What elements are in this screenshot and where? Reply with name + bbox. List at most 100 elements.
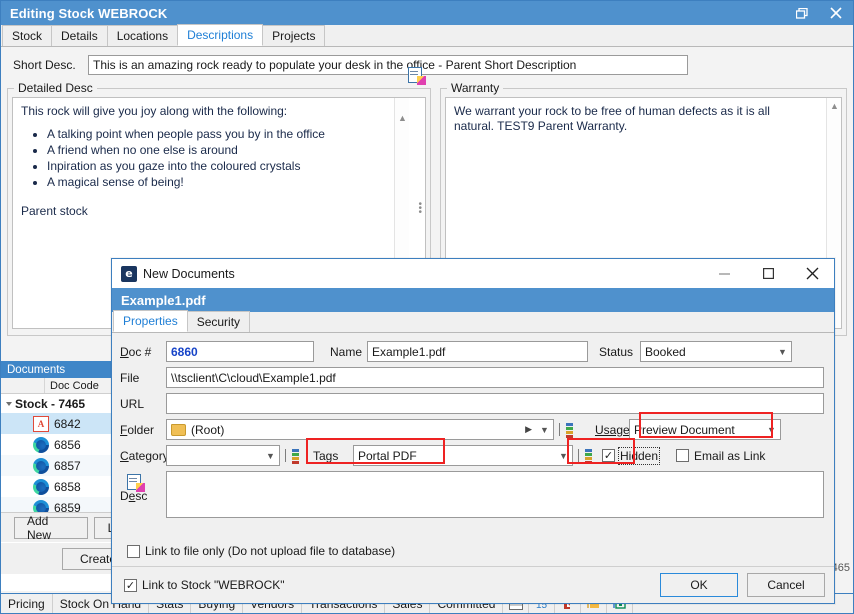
status-select[interactable]: Booked ▼ (640, 341, 792, 362)
folder-row: Folder (Root) ▶ ▼ Usage Preview Document… (120, 419, 824, 440)
status-label: Status (588, 345, 640, 359)
tree-root-label: Stock - 7465 (15, 397, 85, 411)
close-icon[interactable] (819, 1, 853, 25)
usage-select[interactable]: Preview Document ▼ (629, 419, 781, 440)
pdf-icon: A (33, 416, 49, 432)
status-value: Booked (645, 345, 774, 359)
edge-icon (33, 479, 49, 495)
category-label: Category (120, 449, 166, 463)
detailed-bullet-list: A talking point when people pass you by … (35, 127, 390, 190)
close-glyph (830, 7, 842, 19)
list-item: A talking point when people pass you by … (47, 127, 390, 142)
page-line (129, 481, 137, 482)
category-select[interactable]: ▼ (166, 445, 280, 466)
hidden-checkbox[interactable]: ✓ (602, 449, 615, 462)
restore-glyph (796, 8, 808, 19)
edit-document-icon[interactable] (408, 67, 425, 84)
tags-select[interactable]: Portal PDF ▼ (353, 445, 573, 466)
email-as-link-label: Email as Link (694, 449, 765, 463)
folder-tree-button[interactable] (558, 422, 573, 438)
doc-id: 6842 (54, 417, 81, 431)
tab-descriptions[interactable]: Descriptions (177, 24, 263, 46)
cancel-button[interactable]: Cancel (747, 573, 825, 597)
name-label: Name (314, 345, 367, 359)
email-as-link-wrap[interactable]: Email as Link (676, 449, 765, 463)
tags-value: Portal PDF (358, 449, 555, 463)
folder-icon (171, 424, 186, 436)
close-glyph (806, 267, 819, 280)
desc-textarea[interactable] (166, 471, 824, 518)
edit-desc-icon[interactable] (127, 474, 144, 491)
new-documents-dialog: e New Documents Example1.pdf (111, 258, 835, 604)
stock-editor-window: Editing Stock WEBROCK Stock Details Loca… (0, 0, 854, 614)
chevron-down-icon[interactable]: ▼ (555, 446, 572, 465)
short-desc-input[interactable]: This is an amazing rock ready to populat… (88, 55, 688, 75)
usage-value: Preview Document (634, 423, 763, 437)
category-tree-button[interactable] (284, 448, 299, 464)
chevron-right-icon: ▶ (525, 424, 532, 435)
tab-security[interactable]: Security (187, 311, 250, 332)
close-icon[interactable] (790, 259, 834, 288)
list-item: A magical sense of being! (47, 175, 390, 190)
hidden-label: Hidden (620, 449, 658, 463)
category-row: Category ▼ Tags Portal PDF ▼ ✓ Hidden (120, 445, 824, 466)
hidden-checkbox-wrap[interactable]: ✓ Hidden (602, 449, 658, 463)
name-input[interactable]: Example1.pdf (367, 341, 588, 362)
tab-projects[interactable]: Projects (262, 25, 325, 46)
tab-details[interactable]: Details (51, 25, 108, 46)
document-app-icon: e (121, 266, 137, 282)
warranty-legend: Warranty (447, 81, 503, 95)
url-label: URL (120, 397, 166, 411)
maximize-icon[interactable] (746, 259, 790, 288)
chevron-down-icon[interactable] (6, 402, 12, 406)
url-input[interactable] (166, 393, 824, 414)
tags-tree-button[interactable] (577, 448, 592, 464)
tab-properties[interactable]: Properties (113, 310, 188, 332)
chevron-down-icon[interactable]: ▼ (774, 342, 791, 361)
file-input[interactable]: \\tsclient\C\cloud\Example1.pdf (166, 367, 824, 388)
link-to-stock-label: Link to Stock "WEBROCK" (142, 578, 285, 592)
restore-icon[interactable] (785, 1, 819, 25)
doc-number-input[interactable]: 6860 (166, 341, 314, 362)
dialog-titlebar: e New Documents (112, 259, 834, 288)
add-new-button[interactable]: Add New (14, 517, 88, 539)
minimize-glyph (719, 273, 730, 275)
chevron-down-icon[interactable]: ▼ (763, 420, 780, 439)
short-desc-row: Short Desc. This is an amazing rock read… (1, 47, 853, 81)
detailed-desc-legend: Detailed Desc (14, 81, 97, 95)
tab-stock[interactable]: Stock (2, 25, 52, 46)
minimize-icon[interactable] (702, 259, 746, 288)
dialog-footer: ✓ Link to Stock "WEBROCK" OK Cancel (112, 567, 834, 603)
page-line (410, 74, 418, 75)
dialog-tabstrip: Properties Security (112, 312, 834, 333)
link-file-only-wrap[interactable]: Link to file only (Do not upload file to… (127, 544, 395, 558)
tags-label: Tags (299, 449, 353, 463)
usage-label: Usage (573, 423, 629, 437)
page-line (410, 71, 418, 72)
chevron-down-icon[interactable]: ▼ (262, 446, 279, 465)
folder-select[interactable]: (Root) ▶ ▼ (166, 419, 554, 440)
btab-pricing[interactable]: Pricing (1, 594, 53, 613)
main-tabstrip: Stock Details Locations Descriptions Pro… (1, 25, 853, 47)
ok-button[interactable]: OK (660, 573, 738, 597)
splitter-handle[interactable]: ••• (418, 203, 422, 215)
dialog-subtitle: Example1.pdf (112, 288, 834, 312)
link-file-only-label: Link to file only (Do not upload file to… (145, 544, 395, 558)
doc-id: 6857 (54, 459, 81, 473)
folder-label: Folder (120, 423, 166, 437)
dialog-title: New Documents (143, 267, 235, 281)
chevron-up-icon[interactable]: ▲ (827, 98, 842, 114)
link-to-stock-wrap[interactable]: ✓ Link to Stock "WEBROCK" (124, 578, 285, 592)
link-to-stock-checkbox[interactable]: ✓ (124, 579, 137, 592)
list-item: A friend when no one else is around (47, 143, 390, 158)
maximize-glyph (763, 268, 774, 279)
email-as-link-checkbox[interactable] (676, 449, 689, 462)
folder-value: (Root) (191, 423, 525, 437)
dialog-body: Doc # 6860 Name Example1.pdf Status Book… (112, 333, 834, 570)
edge-icon (33, 437, 49, 453)
warranty-text: We warrant your rock to be free of human… (446, 98, 821, 140)
link-file-only-checkbox[interactable] (127, 545, 140, 558)
chevron-down-icon[interactable]: ▼ (536, 420, 553, 439)
chevron-up-icon[interactable]: ▲ (395, 110, 410, 126)
tab-locations[interactable]: Locations (107, 25, 178, 46)
